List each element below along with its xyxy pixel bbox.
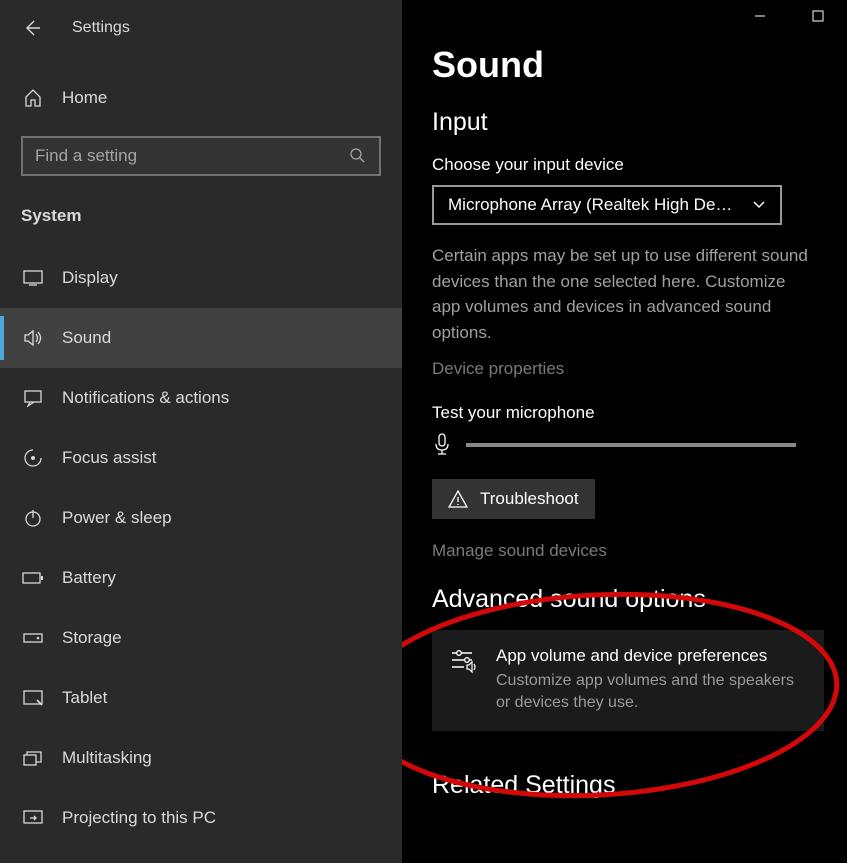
storage-icon	[22, 627, 44, 649]
card-body: App volume and device preferences Custom…	[496, 646, 806, 715]
input-heading: Input	[432, 108, 847, 137]
search-icon	[349, 147, 367, 165]
sidebar-item-notifications[interactable]: Notifications & actions	[0, 368, 402, 428]
sidebar-item-sound[interactable]: Sound	[0, 308, 402, 368]
mic-test-row	[432, 433, 847, 457]
input-helper-text: Certain apps may be set up to use differ…	[432, 243, 812, 345]
sidebar: Settings Home Find a setting System Disp…	[0, 0, 402, 863]
window-controls	[731, 0, 847, 40]
sidebar-item-label: Focus assist	[62, 448, 156, 468]
troubleshoot-button[interactable]: Troubleshoot	[432, 479, 595, 519]
sliders-icon	[450, 648, 478, 676]
tablet-icon	[22, 687, 44, 709]
sidebar-item-tablet[interactable]: Tablet	[0, 668, 402, 728]
sidebar-item-label: Battery	[62, 568, 116, 588]
maximize-button[interactable]	[789, 0, 847, 32]
home-label: Home	[62, 88, 107, 108]
minimize-button[interactable]	[731, 0, 789, 32]
back-button[interactable]	[22, 18, 42, 38]
focus-icon	[22, 447, 44, 469]
sidebar-item-label: Multitasking	[62, 748, 152, 768]
sidebar-item-multitasking[interactable]: Multitasking	[0, 728, 402, 788]
back-arrow-icon	[22, 18, 42, 38]
sidebar-item-label: Display	[62, 268, 118, 288]
sound-icon	[22, 327, 44, 349]
power-icon	[22, 507, 44, 529]
sidebar-item-label: Notifications & actions	[62, 388, 229, 408]
app-title: Settings	[72, 19, 130, 37]
projecting-icon	[22, 807, 44, 829]
card-title: App volume and device preferences	[496, 646, 806, 666]
home-icon	[22, 87, 44, 109]
card-subtitle: Customize app volumes and the speakers o…	[496, 670, 806, 715]
input-device-dropdown[interactable]: Microphone Array (Realtek High De…	[432, 185, 782, 225]
advanced-heading: Advanced sound options	[432, 585, 847, 614]
sidebar-item-label: Storage	[62, 628, 122, 648]
choose-device-label: Choose your input device	[432, 155, 847, 175]
sidebar-item-label: Tablet	[62, 688, 107, 708]
sidebar-item-projecting[interactable]: Projecting to this PC	[0, 788, 402, 848]
page-title: Sound	[432, 44, 847, 86]
dropdown-value: Microphone Array (Realtek High De…	[448, 195, 732, 215]
warning-icon	[448, 490, 468, 508]
sidebar-item-focus[interactable]: Focus assist	[0, 428, 402, 488]
microphone-icon	[432, 433, 452, 457]
chevron-down-icon	[752, 200, 766, 210]
test-mic-label: Test your microphone	[432, 403, 847, 423]
battery-icon	[22, 567, 44, 589]
section-label: System	[21, 206, 402, 226]
app-volume-card[interactable]: App volume and device preferences Custom…	[432, 630, 824, 731]
troubleshoot-label: Troubleshoot	[480, 489, 579, 509]
content-pane: Sound Input Choose your input device Mic…	[402, 0, 847, 863]
notifications-icon	[22, 387, 44, 409]
sidebar-item-label: Projecting to this PC	[62, 808, 216, 828]
home-nav[interactable]: Home	[0, 74, 402, 122]
search-placeholder: Find a setting	[35, 146, 349, 166]
display-icon	[22, 267, 44, 289]
multitasking-icon	[22, 747, 44, 769]
nav-list: Display Sound Notifications & actions Fo…	[0, 248, 402, 848]
related-heading: Related Settings	[432, 771, 847, 800]
sidebar-item-battery[interactable]: Battery	[0, 548, 402, 608]
sidebar-item-storage[interactable]: Storage	[0, 608, 402, 668]
sidebar-item-power[interactable]: Power & sleep	[0, 488, 402, 548]
search-input[interactable]: Find a setting	[21, 136, 381, 176]
sidebar-item-display[interactable]: Display	[0, 248, 402, 308]
manage-devices-link[interactable]: Manage sound devices	[432, 541, 847, 561]
mic-level-bar	[466, 443, 796, 447]
header-row: Settings	[0, 0, 402, 56]
device-properties-link[interactable]: Device properties	[432, 359, 847, 379]
sidebar-item-label: Power & sleep	[62, 508, 172, 528]
sidebar-item-label: Sound	[62, 328, 111, 348]
